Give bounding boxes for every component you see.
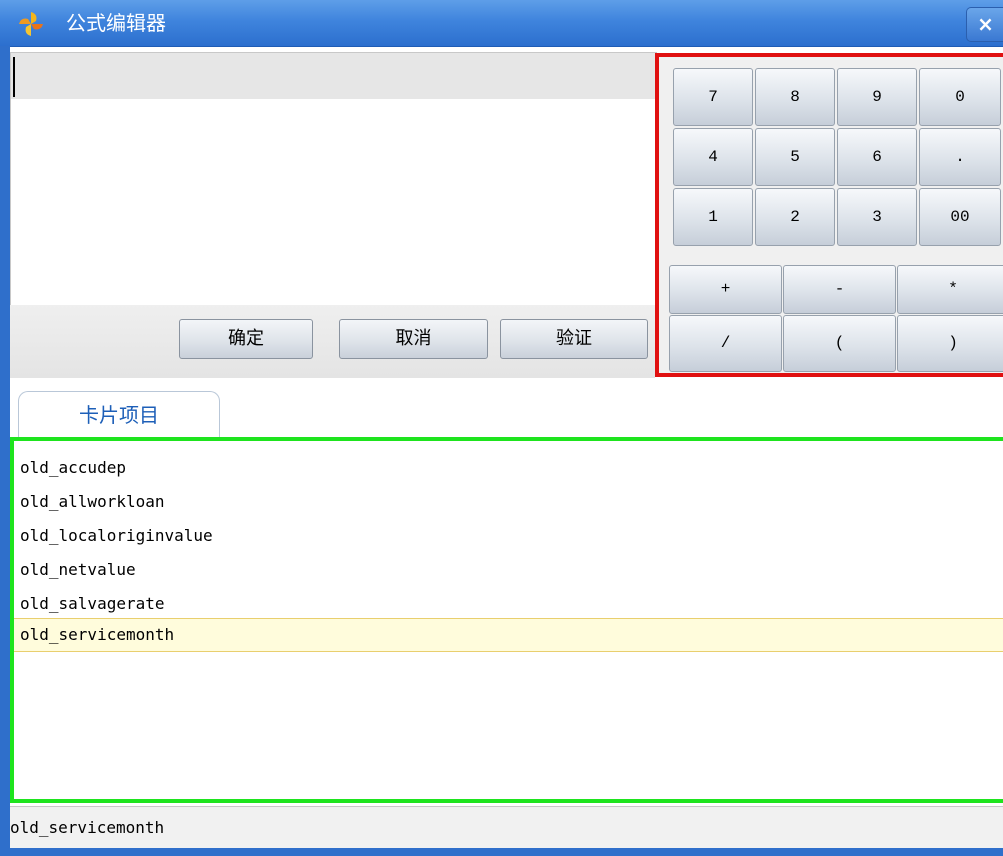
key-00[interactable]: 00: [919, 188, 1001, 246]
tab-card-items[interactable]: 卡片项目: [18, 391, 220, 441]
key-close-paren[interactable]: ): [897, 315, 1003, 372]
window-title: 公式编辑器: [66, 11, 166, 35]
formula-input-line[interactable]: [11, 53, 656, 99]
list-item[interactable]: old_localoriginvalue: [20, 521, 213, 551]
key-decimal[interactable]: .: [919, 128, 1001, 186]
key-divide[interactable]: /: [669, 315, 782, 372]
key-4[interactable]: 4: [673, 128, 753, 186]
key-9[interactable]: 9: [837, 68, 917, 126]
calculator-keypad: 7 8 9 0 4 5 6 . 1 2 3 00 + - * / ( ): [655, 53, 1003, 377]
window-frame-bottom: [0, 848, 1003, 856]
key-3[interactable]: 3: [837, 188, 917, 246]
close-button[interactable]: ×: [966, 7, 1003, 42]
key-0[interactable]: 0: [919, 68, 1001, 126]
title-bar: 公式编辑器 ×: [0, 0, 1003, 47]
list-item[interactable]: old_accudep: [20, 453, 126, 483]
pinwheel-app-icon: [19, 12, 43, 36]
status-text: old_servicemonth: [10, 818, 165, 837]
key-8[interactable]: 8: [755, 68, 835, 126]
card-items-list[interactable]: old_accudep old_allworkloan old_localori…: [10, 437, 1003, 803]
list-item[interactable]: old_allworkloan: [20, 487, 165, 517]
key-minus[interactable]: -: [783, 265, 896, 314]
key-6[interactable]: 6: [837, 128, 917, 186]
validate-button[interactable]: 验证: [500, 319, 648, 359]
key-7[interactable]: 7: [673, 68, 753, 126]
key-1[interactable]: 1: [673, 188, 753, 246]
close-icon: ×: [977, 12, 994, 36]
action-bar: 确定 取消 验证: [10, 305, 655, 378]
confirm-button[interactable]: 确定: [179, 319, 313, 359]
status-bar: old_servicemonth: [10, 806, 1003, 849]
key-multiply[interactable]: *: [897, 265, 1003, 314]
cancel-button[interactable]: 取消: [339, 319, 488, 359]
key-open-paren[interactable]: (: [783, 315, 896, 372]
key-5[interactable]: 5: [755, 128, 835, 186]
list-item-selected[interactable]: old_servicemonth: [14, 618, 1003, 652]
key-plus[interactable]: +: [669, 265, 782, 314]
tab-bar: 卡片项目: [10, 381, 1003, 441]
text-cursor: [13, 57, 15, 97]
window-frame-left: [0, 46, 10, 856]
list-item[interactable]: old_salvagerate: [20, 589, 165, 619]
formula-editor[interactable]: [10, 52, 657, 306]
key-2[interactable]: 2: [755, 188, 835, 246]
list-item[interactable]: old_netvalue: [20, 555, 136, 585]
